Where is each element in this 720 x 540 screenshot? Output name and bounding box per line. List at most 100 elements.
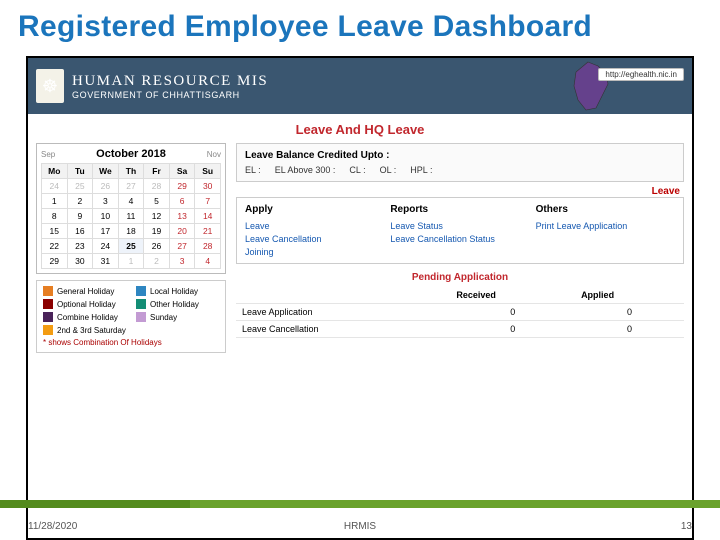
pending-col-received: Received — [450, 287, 575, 304]
cal-day[interactable]: 3 — [93, 194, 119, 209]
cal-day[interactable]: 1 — [118, 254, 144, 269]
col-head-others: Others — [536, 204, 675, 218]
col-head-apply: Apply — [245, 204, 384, 218]
cal-month: October 2018 — [96, 148, 166, 160]
legend-note: * shows Combination Of Holidays — [43, 338, 219, 347]
pending-col-blank — [236, 287, 450, 304]
cal-day[interactable]: 26 — [144, 239, 170, 254]
pending-value: 0 — [575, 321, 684, 338]
cal-next-button[interactable]: Nov — [207, 150, 221, 159]
action-link[interactable]: Leave Cancellation — [245, 234, 384, 244]
cal-day[interactable]: 29 — [42, 254, 68, 269]
legend-label: 2nd & 3rd Saturday — [57, 326, 126, 335]
legend-swatch — [43, 325, 53, 335]
legend-swatch — [136, 299, 146, 309]
legend-item: General Holiday — [43, 286, 126, 296]
holiday-legend: General Holiday Local Holiday Optional Hol… — [36, 280, 226, 353]
url-box: http://eghealth.nic.in — [598, 68, 684, 81]
legend-label: Optional Holiday — [57, 300, 116, 309]
cal-day[interactable]: 28 — [195, 239, 221, 254]
legend-label: General Holiday — [57, 287, 114, 296]
cal-dow: Mo — [42, 164, 68, 179]
cal-day[interactable]: 25 — [118, 239, 144, 254]
cal-day[interactable]: 31 — [93, 254, 119, 269]
header-sub: GOVERNMENT OF CHHATTISGARH — [72, 90, 268, 100]
legend-swatch — [43, 286, 53, 296]
legend-label: Combine Holiday — [57, 313, 118, 322]
cal-day[interactable]: 27 — [118, 179, 144, 194]
cal-day[interactable]: 18 — [118, 224, 144, 239]
cal-day[interactable]: 27 — [169, 239, 195, 254]
cal-day[interactable]: 6 — [169, 194, 195, 209]
cal-day[interactable]: 29 — [169, 179, 195, 194]
cal-day[interactable]: 7 — [195, 194, 221, 209]
cal-day[interactable]: 21 — [195, 224, 221, 239]
section-title: Leave And HQ Leave — [36, 122, 684, 137]
action-link[interactable]: Leave — [245, 221, 384, 231]
cal-day[interactable]: 2 — [144, 254, 170, 269]
balance-item: CL : — [349, 165, 365, 175]
app-header: ☸ HUMAN RESOURCE MIS GOVERNMENT OF CHHAT… — [28, 58, 692, 114]
pending-title: Pending Application — [236, 272, 684, 283]
cal-day[interactable]: 20 — [169, 224, 195, 239]
slide-footer-center: HRMIS — [344, 521, 376, 532]
cal-day[interactable]: 4 — [195, 254, 221, 269]
cal-day[interactable]: 30 — [195, 179, 221, 194]
cal-dow: We — [93, 164, 119, 179]
table-row: Leave Application00 — [236, 304, 684, 321]
cal-day[interactable]: 24 — [42, 179, 68, 194]
action-link[interactable]: Leave Cancellation Status — [390, 234, 529, 244]
cal-day[interactable]: 14 — [195, 209, 221, 224]
cal-day[interactable]: 22 — [42, 239, 68, 254]
legend-label: Other Holiday — [150, 300, 199, 309]
slide-title: Registered Employee Leave Dashboard — [0, 0, 720, 48]
cal-day[interactable]: 26 — [93, 179, 119, 194]
cal-day[interactable]: 4 — [118, 194, 144, 209]
cal-day[interactable]: 17 — [93, 224, 119, 239]
action-link — [390, 247, 529, 257]
cal-day[interactable]: 28 — [144, 179, 170, 194]
calendar-grid: MoTuWeThFrSaSu 2425262728293012345678910… — [41, 163, 221, 269]
cal-dow: Fr — [144, 164, 170, 179]
cal-day[interactable]: 24 — [93, 239, 119, 254]
legend-item: Other Holiday — [136, 299, 219, 309]
pending-table: Received Applied Leave Application00Leav… — [236, 287, 684, 338]
slide-page-num: 13 — [681, 521, 692, 532]
cal-day[interactable]: 30 — [67, 254, 93, 269]
cal-day[interactable]: 2 — [67, 194, 93, 209]
app-panel: ☸ HUMAN RESOURCE MIS GOVERNMENT OF CHHAT… — [26, 56, 694, 540]
cal-day[interactable]: 12 — [144, 209, 170, 224]
cal-day[interactable]: 23 — [67, 239, 93, 254]
balance-item: EL : — [245, 165, 261, 175]
legend-item: Local Holiday — [136, 286, 219, 296]
cal-day[interactable]: 16 — [67, 224, 93, 239]
cal-day[interactable]: 11 — [118, 209, 144, 224]
calendar[interactable]: Sep October 2018 Nov MoTuWeThFrSaSu 2425… — [36, 143, 226, 274]
cal-day[interactable]: 13 — [169, 209, 195, 224]
cal-day[interactable]: 1 — [42, 194, 68, 209]
cal-day[interactable]: 19 — [144, 224, 170, 239]
legend-swatch — [136, 312, 146, 322]
action-link[interactable]: Print Leave Application — [536, 221, 675, 231]
cal-day[interactable]: 8 — [42, 209, 68, 224]
cal-day[interactable]: 5 — [144, 194, 170, 209]
leave-section-label: Leave — [236, 186, 680, 197]
cal-prev-button[interactable]: Sep — [41, 150, 55, 159]
cal-day[interactable]: 10 — [93, 209, 119, 224]
action-link[interactable]: Joining — [245, 247, 384, 257]
actions-box: Apply Reports Others LeaveLeave StatusPr… — [236, 197, 684, 264]
action-link[interactable]: Leave Status — [390, 221, 529, 231]
cal-day[interactable]: 15 — [42, 224, 68, 239]
emblem-icon: ☸ — [36, 69, 64, 103]
balance-item: HPL : — [410, 165, 432, 175]
cal-dow: Th — [118, 164, 144, 179]
cal-day[interactable]: 9 — [67, 209, 93, 224]
pending-label: Leave Application — [236, 304, 450, 321]
cal-dow: Su — [195, 164, 221, 179]
cal-day[interactable]: 25 — [67, 179, 93, 194]
pending-value: 0 — [575, 304, 684, 321]
leave-balance-box: Leave Balance Credited Upto : EL :EL Abo… — [236, 143, 684, 182]
legend-label: Sunday — [150, 313, 177, 322]
balance-item: OL : — [380, 165, 397, 175]
cal-day[interactable]: 3 — [169, 254, 195, 269]
